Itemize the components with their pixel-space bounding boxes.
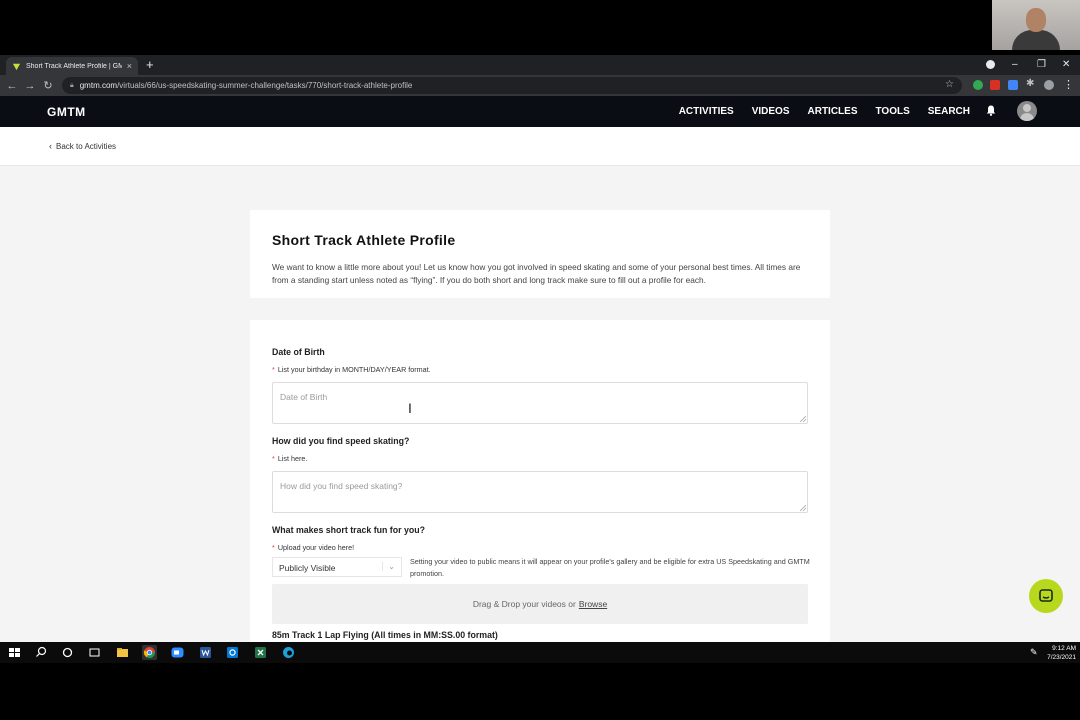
- forward-arrow-icon[interactable]: →: [21, 80, 39, 92]
- window-restore-button[interactable]: ❐: [1037, 59, 1046, 70]
- chat-icon: [1039, 589, 1053, 602]
- chevron-down-icon: ⌄: [382, 562, 395, 571]
- window-minimize-button[interactable]: –: [1012, 59, 1018, 70]
- extension-green-icon[interactable]: [973, 80, 983, 90]
- file-explorer-icon[interactable]: [115, 645, 130, 660]
- browser-tabstrip: Short Track Athlete Profile | GMTM × + –…: [0, 55, 1080, 75]
- nav-search[interactable]: SEARCH: [928, 106, 970, 117]
- dob-hint-text: List your birthday in MONTH/DAY/YEAR for…: [277, 365, 431, 374]
- required-mark: *: [272, 365, 275, 374]
- required-mark: *: [272, 454, 275, 463]
- track-lap-label: 85m Track 1 Lap Flying (All times in MM:…: [272, 630, 498, 640]
- intro-card: Short Track Athlete Profile We want to k…: [250, 210, 830, 298]
- dob-input[interactable]: [273, 383, 807, 411]
- video-dropzone[interactable]: Drag & Drop your videos or Browse: [272, 584, 808, 624]
- nav-videos[interactable]: VIDEOS: [752, 106, 790, 117]
- user-avatar[interactable]: [1017, 101, 1037, 121]
- back-arrow-icon[interactable]: ←: [3, 80, 21, 92]
- visibility-note: Setting your video to public means it wi…: [410, 557, 810, 578]
- webpage: GMTM ACTIVITIES VIDEOS ARTICLES TOOLS SE…: [0, 96, 1080, 642]
- site-nav-links: ACTIVITIES VIDEOS ARTICLES TOOLS SEARCH: [679, 106, 970, 117]
- task-view-icon[interactable]: [87, 645, 102, 660]
- chevron-left-icon: ‹: [49, 141, 52, 151]
- discovery-hint-text: List here.: [277, 454, 308, 463]
- cortana-icon[interactable]: [60, 645, 75, 660]
- extension-blue-icon[interactable]: [1008, 80, 1018, 90]
- notification-bell-icon[interactable]: [986, 105, 996, 116]
- tab-title: Short Track Athlete Profile | GMTM: [26, 62, 122, 70]
- gmtm-logo[interactable]: GMTM: [47, 105, 86, 119]
- taskbar-search-icon[interactable]: [34, 645, 49, 660]
- browser-menu-icon[interactable]: ⋮: [1063, 78, 1074, 91]
- address-bar[interactable]: 🔒︎ gmtm.com/virtuals/66/us-speedskating-…: [62, 77, 962, 94]
- dropzone-text: Drag & Drop your videos or: [472, 599, 576, 609]
- zoom-icon[interactable]: [170, 645, 185, 660]
- webcam-person-body: [1012, 30, 1060, 50]
- discovery-label: How did you find speed skating?: [272, 436, 410, 446]
- discovery-input[interactable]: [273, 472, 807, 500]
- bookmark-star-icon[interactable]: ☆: [945, 79, 954, 90]
- edge-icon[interactable]: [281, 645, 296, 660]
- discovery-field[interactable]: [272, 471, 808, 513]
- form-card: Date of Birth * List your birthday in MON…: [250, 320, 830, 642]
- discovery-hint: * List here.: [272, 454, 307, 463]
- url-host: gmtm.com: [79, 81, 118, 90]
- dob-field[interactable]: [272, 382, 808, 424]
- dob-hint: * List your birthday in MONTH/DAY/YEAR fo…: [272, 365, 431, 374]
- nav-articles[interactable]: ARTICLES: [808, 106, 858, 117]
- text-cursor-icon: I: [408, 400, 412, 416]
- back-bar: ‹ Back to Activities: [0, 127, 1080, 166]
- browser-toolbar: ← → ↻ 🔒︎ gmtm.com/virtuals/66/us-speedsk…: [0, 75, 1080, 96]
- resize-grip-icon[interactable]: [800, 416, 806, 422]
- pen-tray-icon[interactable]: ✎: [1030, 647, 1038, 658]
- tab-close-icon[interactable]: ×: [127, 61, 132, 71]
- clock-time: 9:12 AM: [1052, 645, 1076, 652]
- chrome-taskbar-icon[interactable]: [142, 645, 157, 660]
- clock-date: 7/23/2021: [1047, 654, 1076, 661]
- url-path: /virtuals/66/us-speedskating-summer-chal…: [117, 81, 413, 90]
- screen: Short Track Athlete Profile | GMTM × + –…: [0, 0, 1080, 720]
- outlook-icon[interactable]: [225, 645, 240, 660]
- visibility-selected-value: Publicly Visible: [279, 563, 336, 573]
- intro-description: We want to know a little more about you!…: [272, 262, 801, 285]
- nav-activities[interactable]: ACTIVITIES: [679, 106, 734, 117]
- window-close-button[interactable]: ✕: [1062, 59, 1070, 70]
- reload-icon[interactable]: ↻: [39, 79, 57, 92]
- webcam-overlay: [992, 0, 1080, 50]
- dob-label: Date of Birth: [272, 347, 325, 357]
- upload-hint-text: Upload your video here!: [277, 543, 355, 552]
- windows-start-icon[interactable]: [7, 645, 22, 660]
- chat-button[interactable]: [1029, 579, 1063, 613]
- browse-link[interactable]: Browse: [579, 599, 607, 609]
- site-navbar: GMTM ACTIVITIES VIDEOS ARTICLES TOOLS SE…: [0, 96, 1080, 127]
- browser-profile-icon[interactable]: [1044, 80, 1054, 90]
- new-tab-button[interactable]: +: [146, 58, 154, 72]
- resize-grip-icon[interactable]: [800, 505, 806, 511]
- browser-tab-active[interactable]: Short Track Athlete Profile | GMTM ×: [6, 57, 138, 75]
- windows-taskbar: ✎ 9:12 AM 7/23/2021: [0, 642, 1080, 663]
- back-to-activities-link[interactable]: ‹ Back to Activities: [49, 141, 116, 151]
- extensions-puzzle-icon[interactable]: ✱: [1026, 78, 1036, 89]
- lock-icon: 🔒︎: [70, 81, 74, 89]
- webcam-person-head: [1026, 8, 1046, 32]
- url-text: gmtm.com/virtuals/66/us-speedskating-sum…: [80, 81, 413, 90]
- gmtm-favicon-icon: [12, 63, 21, 70]
- extension-red-icon[interactable]: [990, 80, 1000, 90]
- back-link-label: Back to Activities: [56, 141, 117, 151]
- system-clock[interactable]: 9:12 AM 7/23/2021: [1047, 644, 1076, 662]
- word-icon[interactable]: [198, 645, 213, 660]
- page-title: Short Track Athlete Profile: [272, 232, 456, 248]
- excel-icon[interactable]: [253, 645, 268, 660]
- upload-hint: * Upload your video here!: [272, 543, 354, 552]
- visibility-select[interactable]: Publicly Visible ⌄: [272, 557, 402, 577]
- profile-indicator-icon[interactable]: [986, 60, 995, 69]
- fun-label: What makes short track fun for you?: [272, 525, 425, 535]
- required-mark: *: [272, 543, 275, 552]
- nav-tools[interactable]: TOOLS: [876, 106, 910, 117]
